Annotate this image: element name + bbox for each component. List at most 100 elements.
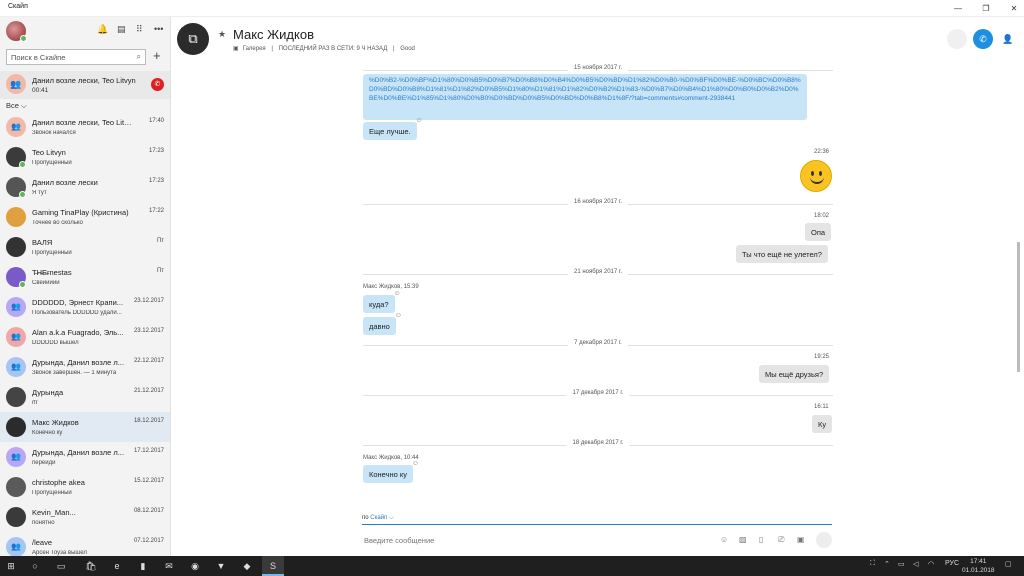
- message-bubble[interactable]: Ку: [812, 415, 833, 433]
- contact-name[interactable]: Макс Жидков: [233, 27, 314, 42]
- search-icon[interactable]: ○: [24, 556, 46, 576]
- active-call-banner[interactable]: 👥 Данил возле лески, Teo Litvyn 00:41 ✆: [0, 71, 170, 99]
- messages-scrollbar[interactable]: [1017, 62, 1020, 512]
- conversation-header: ⧉ ★ Макс Жидков ▣ Галерея | ПОСЛЕДНИЙ РАЗ…: [171, 17, 1024, 62]
- message-bubble[interactable]: Опа: [805, 223, 832, 241]
- emoji-icon[interactable]: ☺: [720, 535, 728, 544]
- emoji-reaction-icon[interactable]: ☺: [393, 290, 400, 297]
- contact-avatar[interactable]: ⧉: [177, 23, 209, 55]
- chat-list-item[interactable]: Данил возле лески Я тут 17:23: [0, 172, 170, 202]
- chat-list-item[interactable]: ВАЛЯ Пропущенный Пт: [0, 232, 170, 262]
- file-icon[interactable]: ▯: [759, 535, 763, 544]
- favorite-star-icon[interactable]: ★: [218, 29, 226, 40]
- close-button[interactable]: ✕: [1000, 0, 1024, 17]
- chat-last-message: Пропущенный: [32, 160, 72, 166]
- chat-list-item[interactable]: Teo Litvyn Пропущенный 17:23: [0, 142, 170, 172]
- minimize-button[interactable]: —: [944, 0, 972, 17]
- message-bubble[interactable]: %D0%B2-%D0%BF%D1%80%D0%B5%D0%B7%D0%B8%D0…: [363, 74, 807, 120]
- online-status-icon: [19, 191, 26, 198]
- chat-list-item[interactable]: christophe akea Пропущенный 15.12.2017: [0, 472, 170, 502]
- image-icon[interactable]: ▨: [739, 535, 747, 544]
- chat-list-item[interactable]: 👥/leave Арсен Тоуза вышел 07.12.2017: [0, 532, 170, 556]
- chat-avatar: [6, 207, 26, 227]
- task-view-icon[interactable]: ▭: [50, 556, 72, 576]
- smile-emoticon: [800, 160, 832, 192]
- chat-list-item[interactable]: 👥 DDDDDD, Эрнест Крапи... Пользователь DDD…: [0, 292, 170, 322]
- tray-arrow-icon[interactable]: ⌃: [884, 560, 890, 568]
- explorer-icon[interactable]: ▮: [132, 556, 154, 576]
- message-bubble[interactable]: Конечно ку ☺: [363, 460, 419, 483]
- message-time: 16:11: [814, 404, 829, 410]
- people-icon[interactable]: ⛶: [870, 560, 875, 568]
- send-via-selector[interactable]: по Скайп ⌵: [362, 515, 394, 522]
- chevron-down-icon: ⌵: [21, 101, 27, 110]
- chat-list-item[interactable]: 👥 Alan a.k.a Fuagrado, Эль... DDDDDD вышел…: [0, 322, 170, 352]
- volume-icon[interactable]: ◁: [913, 560, 918, 568]
- online-status-icon: [19, 161, 26, 168]
- chat-filter-dropdown[interactable]: Все ⌵: [6, 101, 27, 111]
- edge-icon[interactable]: e: [106, 556, 128, 576]
- video-message-icon[interactable]: ⎚: [778, 535, 784, 545]
- chat-list-item[interactable]: 👥 Данил возле лески, Teo Litvyn Звонок нач…: [0, 112, 170, 142]
- send-button[interactable]: [816, 532, 832, 548]
- chat-list-item[interactable]: Gaming TinaPlay (Кристина) Точнее во скол…: [0, 202, 170, 232]
- message-input[interactable]: [364, 536, 704, 545]
- contact-card-icon[interactable]: ▣: [797, 535, 805, 544]
- message-link[interactable]: %D0%B2-%D0%BF%D1%80%D0%B5%D0%B7%D0%B8%D0…: [369, 76, 801, 103]
- new-chat-button[interactable]: +: [153, 48, 161, 63]
- emoji-reaction-icon[interactable]: ☺: [416, 117, 423, 124]
- taskbar-clock[interactable]: 17:41 01.01.2018: [962, 557, 995, 575]
- network-icon[interactable]: ▭: [898, 560, 905, 568]
- store-icon[interactable]: 🛍: [80, 556, 102, 576]
- skype-taskbar-icon[interactable]: S: [262, 556, 284, 576]
- last-seen: ПОСЛЕДНИЙ РАЗ В СЕТИ: 9 Ч НАЗАД: [278, 46, 388, 52]
- contacts-icon[interactable]: ▤: [117, 24, 126, 35]
- notifications-icon[interactable]: ▢: [1005, 560, 1012, 568]
- chat-avatar: 👥: [6, 297, 26, 317]
- more-icon[interactable]: •••: [154, 24, 163, 34]
- dialpad-icon[interactable]: ⠿: [136, 24, 143, 35]
- message-bubble[interactable]: Ты что ещё не улетел?: [736, 245, 828, 263]
- message-bubble[interactable]: давно ☺: [363, 312, 402, 335]
- video-call-button[interactable]: [947, 29, 967, 49]
- chat-list-item[interactable]: Макс Жидков Конечно ку 18.12.2017: [0, 412, 170, 442]
- chat-avatar: [6, 477, 26, 497]
- app-icon[interactable]: ▼: [210, 556, 232, 576]
- bell-icon[interactable]: 🔔: [97, 24, 108, 35]
- chat-list-item[interactable]: Дурында rfr 21.12.2017: [0, 382, 170, 412]
- end-call-button[interactable]: ✆: [151, 78, 164, 91]
- audio-call-button[interactable]: ✆: [973, 29, 993, 49]
- message-text: Еще лучше.: [369, 127, 411, 136]
- chat-last-message: Свеиииии: [32, 280, 60, 286]
- app2-icon[interactable]: ◆: [236, 556, 258, 576]
- search-input[interactable]: Поиск в Скайпе ⌕: [6, 49, 146, 65]
- message-bubble[interactable]: Мы ещё друзья?: [759, 365, 830, 383]
- chat-date: 08.12.2017: [133, 508, 164, 514]
- maximize-button[interactable]: ❐: [972, 0, 1000, 17]
- chat-list-item[interactable]: 👥 Дурында, Данил возле л... Звонок заверше…: [0, 352, 170, 382]
- chat-date: Пт: [156, 268, 164, 274]
- message-bubble[interactable]: куда? ☺: [363, 290, 401, 313]
- message-time: 19:25: [814, 354, 830, 360]
- language-indicator[interactable]: РУС: [945, 560, 959, 567]
- chat-list-item[interactable]: T̶H̶E̶rnestas Свеиииии Пт: [0, 262, 170, 292]
- chat-list-item[interactable]: Kevin_Man... понятно 08.12.2017: [0, 502, 170, 532]
- add-people-icon[interactable]: 👤: [998, 29, 1018, 49]
- chat-name: /leave: [32, 538, 53, 547]
- date-separator: 17 декабря 2017 г.: [363, 390, 833, 400]
- message-bubble[interactable]: Еще лучше. ☺: [363, 117, 423, 140]
- gallery-link[interactable]: Галерея: [243, 46, 266, 52]
- chat-last-message: DDDDDD вышел: [32, 340, 79, 346]
- message-text: Мы ещё друзья?: [765, 370, 824, 379]
- windows-start-icon[interactable]: ⊞: [0, 556, 22, 576]
- wifi-icon[interactable]: ◠: [928, 560, 934, 568]
- chat-name: ВАЛЯ: [32, 238, 53, 247]
- chat-date: 17:23: [148, 148, 164, 154]
- gallery-icon[interactable]: ▣: [233, 46, 239, 52]
- emoji-reaction-icon[interactable]: ☺: [412, 460, 419, 467]
- mail-icon[interactable]: ✉: [158, 556, 180, 576]
- emoji-reaction-icon[interactable]: ☺: [395, 312, 402, 319]
- chat-date: 17.12.2017: [133, 448, 164, 454]
- firefox-icon[interactable]: ◉: [184, 556, 206, 576]
- chat-list-item[interactable]: 👥 Дурында, Данил возле л... перейди 17.12.2…: [0, 442, 170, 472]
